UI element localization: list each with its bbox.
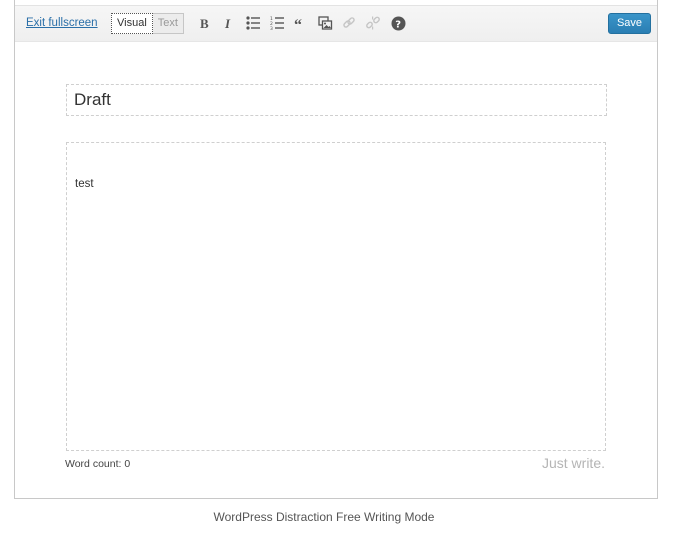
editor-toolbar: Exit fullscreen Visual Text B I 1 2 3 “ … (15, 0, 657, 42)
blockquote-icon: “ (294, 17, 302, 29)
italic-button[interactable]: I (221, 15, 237, 31)
word-count-value: 0 (124, 458, 131, 470)
toolbar-top-border (15, 0, 657, 6)
numbered-list-icon: 1 2 3 (270, 16, 284, 30)
svg-text:?: ? (395, 19, 401, 30)
post-content-editor[interactable]: test (66, 142, 606, 451)
word-count-label: Word count: (65, 458, 122, 470)
blockquote-button[interactable]: “ (293, 15, 309, 31)
numbered-list-button[interactable]: 1 2 3 (269, 15, 285, 31)
add-media-icon (317, 15, 332, 30)
visual-mode-button[interactable]: Visual (111, 13, 153, 34)
word-count: Word count: 0 (65, 458, 130, 470)
bold-icon: B (200, 17, 209, 30)
svg-text:I: I (224, 17, 231, 30)
editor-mode-toggle: Visual Text (111, 13, 184, 34)
add-media-button[interactable] (317, 15, 333, 31)
help-button[interactable]: ? (390, 15, 406, 31)
remove-link-icon (366, 16, 380, 30)
insert-link-icon (343, 17, 355, 28)
post-content-text: test (75, 178, 94, 190)
screenshot-caption: WordPress Distraction Free Writing Mode (213, 510, 435, 524)
editor-window: Exit fullscreen Visual Text B I 1 2 3 “ … (14, 0, 658, 499)
save-button[interactable]: Save (608, 13, 651, 34)
post-title-input[interactable]: Draft (66, 84, 607, 116)
svg-text:B: B (200, 17, 209, 30)
exit-fullscreen-link[interactable]: Exit fullscreen (26, 17, 98, 29)
text-mode-button[interactable]: Text (152, 13, 184, 34)
svg-text:“: “ (294, 17, 302, 29)
svg-text:3: 3 (270, 26, 273, 30)
help-icon: ? (391, 16, 405, 30)
remove-link-button[interactable] (365, 15, 381, 31)
bulleted-list-icon (245, 16, 260, 30)
just-write-tagline: Just write. (541, 455, 605, 471)
bold-button[interactable]: B (197, 15, 213, 31)
insert-link-button[interactable] (341, 15, 357, 31)
italic-icon: I (224, 17, 231, 30)
bulleted-list-button[interactable] (245, 15, 261, 31)
